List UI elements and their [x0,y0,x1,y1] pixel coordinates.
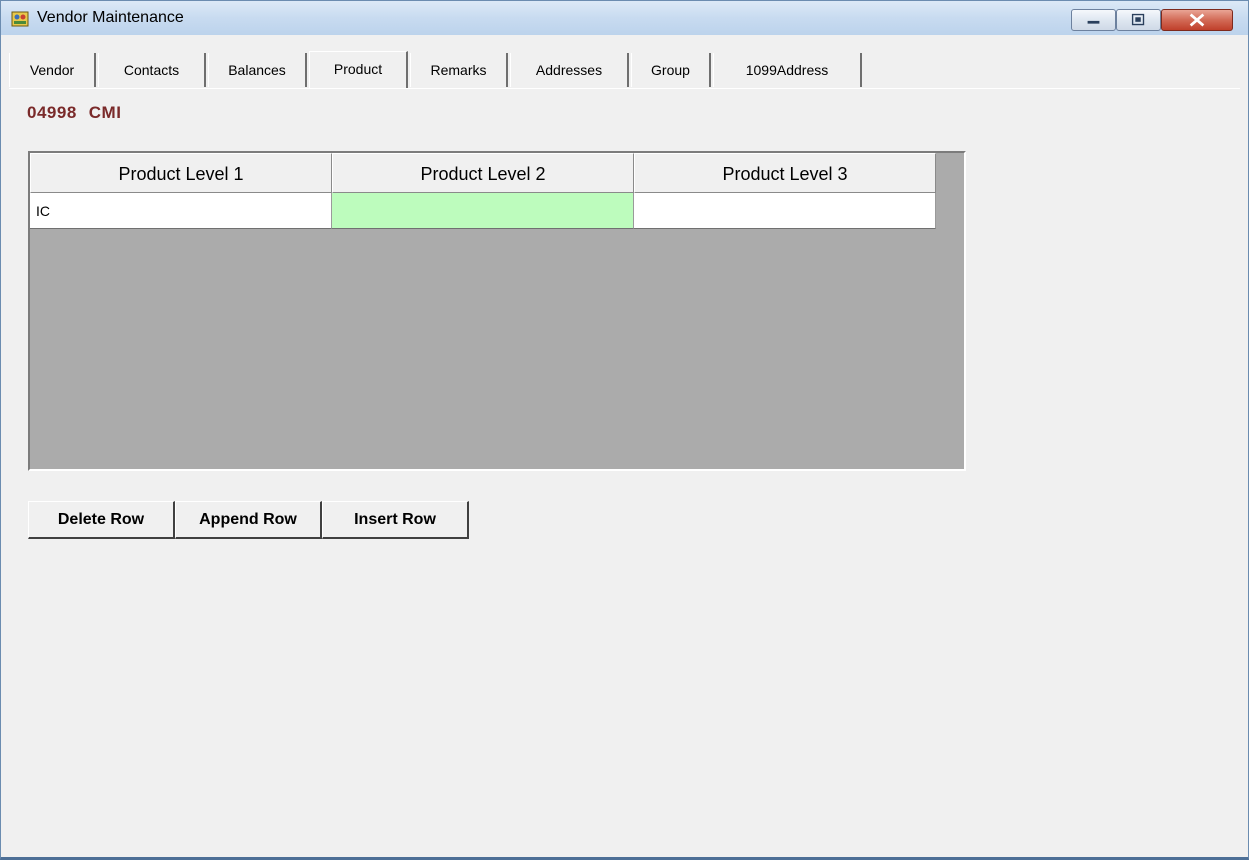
restore-button[interactable] [1116,9,1161,31]
tab-contacts[interactable]: Contacts [98,53,206,87]
restore-icon [1131,13,1145,26]
tab-vendor[interactable]: Vendor [9,53,96,87]
grid-cell-product-level-2[interactable] [332,193,634,229]
column-header-product-level-1[interactable]: Product Level 1 [30,153,332,193]
product-grid[interactable]: Product Level 1 Product Level 2 Product … [28,151,966,471]
tab-addresses[interactable]: Addresses [510,53,629,87]
minimize-icon [1087,20,1100,24]
close-button[interactable] [1161,9,1233,31]
tab-remarks[interactable]: Remarks [410,53,508,87]
tab-panel-border [9,88,1240,89]
tab-strip: Vendor Contacts Balances Product Remarks… [9,51,1239,89]
window-title: Vendor Maintenance [37,9,184,26]
insert-row-button[interactable]: Insert Row [322,501,469,539]
tab-group[interactable]: Group [631,53,711,87]
vendor-name: CMI [88,103,122,122]
vendor-id: 04998 [27,103,77,122]
tab-product[interactable]: Product [309,51,408,89]
title-bar[interactable]: Vendor Maintenance [1,1,1248,35]
minimize-button[interactable] [1071,9,1116,31]
grid-cell-product-level-1[interactable]: IC [30,193,332,229]
vendor-maintenance-window: Vendor Maintenance Vendor Contacts Balan… [0,0,1249,860]
vendor-header: 04998 CMI [27,103,121,123]
column-header-product-level-3[interactable]: Product Level 3 [634,153,936,193]
grid-header: Product Level 1 Product Level 2 Product … [30,153,936,193]
close-icon [1189,13,1205,27]
grid-cell-product-level-3[interactable] [634,193,936,229]
delete-row-button[interactable]: Delete Row [28,501,175,539]
column-header-product-level-2[interactable]: Product Level 2 [332,153,634,193]
tab-balances[interactable]: Balances [208,53,307,87]
table-row[interactable]: IC [30,193,936,229]
tab-1099address[interactable]: 1099Address [713,53,862,87]
append-row-button[interactable]: Append Row [175,501,322,539]
vendor-app-icon [11,11,29,27]
